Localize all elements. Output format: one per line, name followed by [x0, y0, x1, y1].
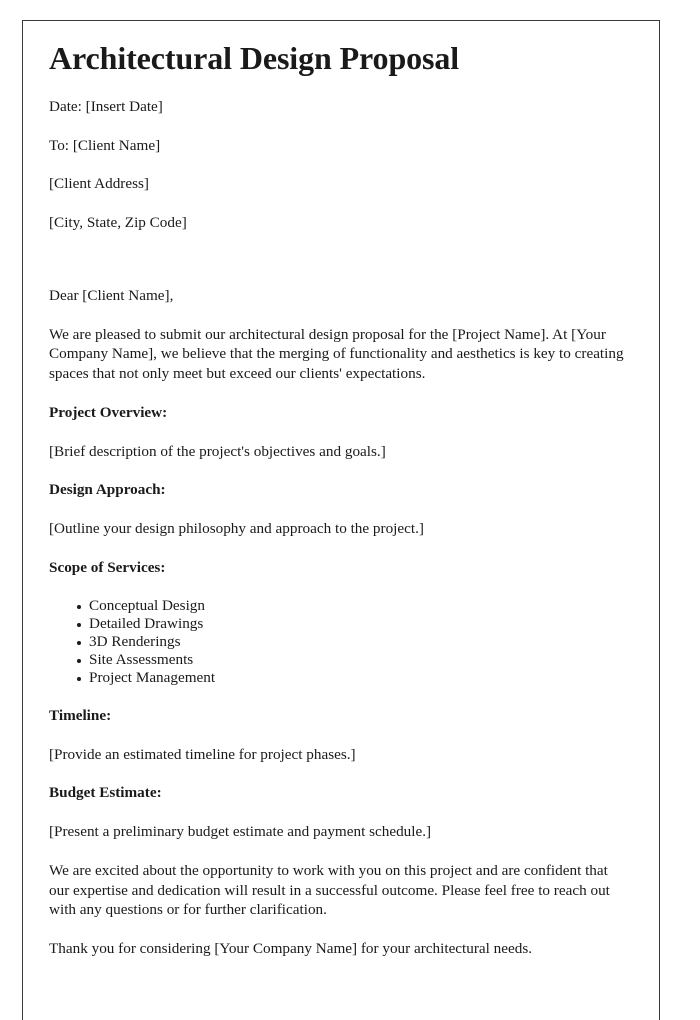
- salutation: Dear [Client Name],: [49, 286, 174, 304]
- section-body-design-approach: [Outline your design philosophy and appr…: [49, 520, 424, 538]
- list-item: Conceptual Design: [49, 597, 627, 615]
- document-page: Architectural Design Proposal Date: [Ins…: [22, 20, 660, 1020]
- recipient-line: To: [Client Name]: [49, 136, 161, 154]
- section-body-timeline: [Provide an estimated timeline for proje…: [49, 745, 356, 763]
- section-body-project-overview: [Brief description of the project's obje…: [49, 442, 386, 460]
- client-city-state-zip-line: [City, State, Zip Code]: [49, 214, 187, 232]
- scope-of-services-list: Conceptual Design Detailed Drawings 3D R…: [49, 597, 627, 687]
- list-item: Site Assessments: [49, 651, 627, 669]
- section-heading-budget-estimate: Budget Estimate:: [49, 784, 162, 802]
- page-title: Architectural Design Proposal: [49, 40, 460, 76]
- section-heading-project-overview: Project Overview:: [49, 403, 168, 421]
- closing-paragraph: We are excited about the opportunity to …: [49, 861, 610, 919]
- letter-header-block: Date: [Insert Date] To: [Client Name] [C…: [49, 97, 627, 233]
- intro-paragraph: We are pleased to submit our architectur…: [49, 325, 624, 383]
- list-item: 3D Renderings: [49, 633, 627, 651]
- section-body-budget-estimate: [Present a preliminary budget estimate a…: [49, 823, 432, 841]
- date-line: Date: [Insert Date]: [49, 97, 163, 115]
- list-item: Detailed Drawings: [49, 615, 627, 633]
- document-body: Architectural Design Proposal Date: [Ins…: [49, 40, 627, 978]
- section-heading-scope-of-services: Scope of Services:: [49, 558, 166, 576]
- section-heading-design-approach: Design Approach:: [49, 481, 166, 499]
- list-item: Project Management: [49, 669, 627, 687]
- client-address-line: [Client Address]: [49, 175, 149, 193]
- blank-line-spacer: [49, 252, 627, 286]
- section-heading-timeline: Timeline:: [49, 706, 112, 724]
- thank-you-paragraph: Thank you for considering [Your Company …: [49, 940, 533, 958]
